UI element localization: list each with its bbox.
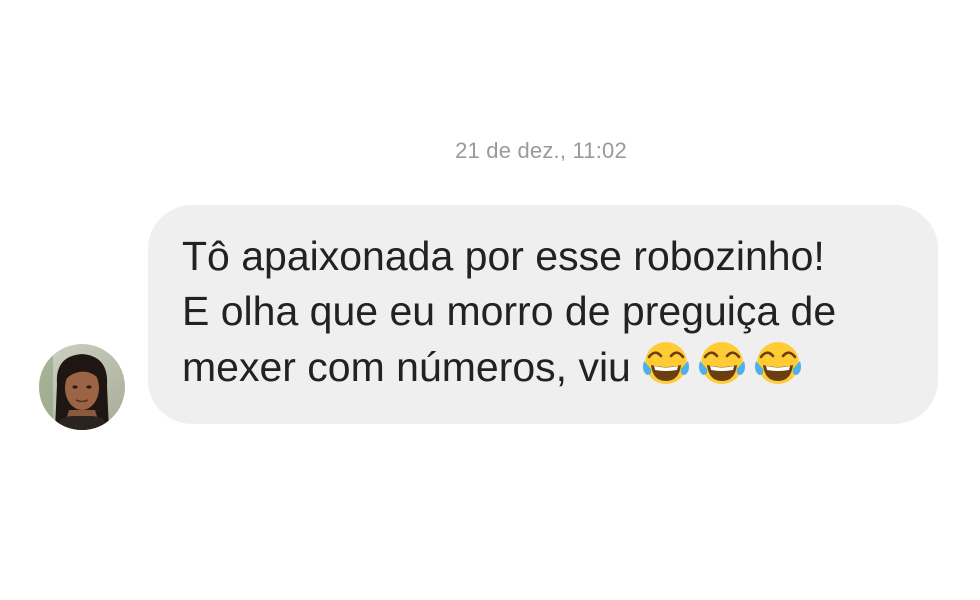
message-bubble[interactable]: Tô apaixonada por esse robozinho! E olha… <box>148 205 938 424</box>
message-line-3-text: mexer com números, viu <box>182 344 631 390</box>
sender-avatar[interactable] <box>39 344 125 430</box>
user-avatar-photo-icon <box>39 344 125 430</box>
emoji-group <box>641 339 809 403</box>
message-timestamp: 21 de dez., 11:02 <box>455 138 627 163</box>
chat-screen: 21 de dez., 11:02 Tô apaixonada por esse… <box>0 0 980 600</box>
message-line-2: E olha que eu morro de preguiça de <box>182 288 837 334</box>
tears-of-joy-emoji-icon <box>753 339 803 389</box>
tears-of-joy-emoji-icon <box>697 339 747 389</box>
message-line-3: mexer com números, viu <box>182 339 918 403</box>
message-line-1: Tô apaixonada por esse robozinho! <box>182 233 825 279</box>
tears-of-joy-emoji-icon <box>641 339 691 389</box>
